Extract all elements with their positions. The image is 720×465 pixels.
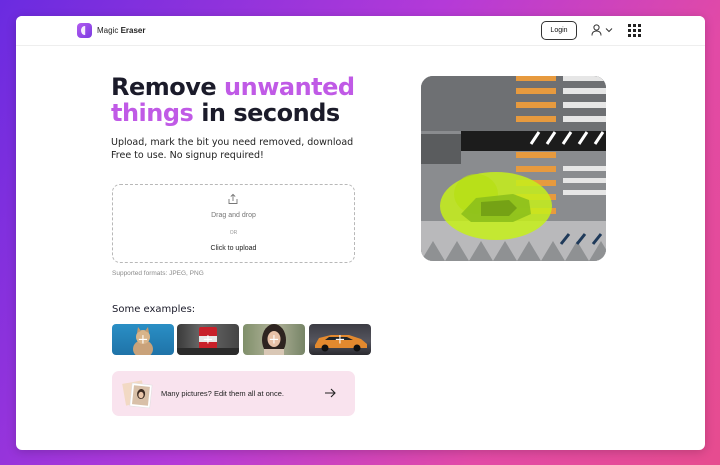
title-text-1: Remove — [111, 73, 217, 101]
batch-edit-banner[interactable]: Many pictures? Edit them all at once. — [112, 371, 355, 416]
apps-grid-icon[interactable] — [628, 24, 641, 37]
upload-icon — [228, 193, 238, 204]
upload-dropzone[interactable]: Drag and drop OR Click to upload — [112, 184, 355, 263]
app-window: Magic Eraser Login Remove unwanted thing… — [16, 16, 705, 450]
hero-title: Remove unwanted things in seconds — [111, 74, 355, 126]
login-button[interactable]: Login — [541, 21, 577, 40]
user-menu[interactable] — [591, 24, 613, 36]
photo-stack-icon — [122, 380, 153, 409]
add-plus-icon: + — [334, 332, 346, 347]
add-plus-icon: + — [137, 332, 149, 347]
drag-drop-label: Drag and drop — [211, 212, 256, 219]
batch-edit-text: Many pictures? Edit them all at once. — [161, 389, 284, 398]
or-label: OR — [229, 230, 238, 236]
title-accent-things: things — [111, 99, 194, 127]
example-car-thumbnail[interactable]: + — [309, 324, 371, 355]
crosswalk-car-image — [421, 76, 606, 261]
brand-name-light: Magic — [97, 26, 119, 35]
arrow-right-icon[interactable] — [324, 387, 336, 399]
chevron-down-icon — [605, 28, 613, 33]
add-plus-icon: + — [202, 332, 214, 347]
hero-subtitle: Upload, mark the bit you need removed, d… — [111, 136, 353, 162]
title-accent-unwanted: unwanted — [224, 73, 355, 101]
user-icon — [591, 24, 602, 36]
click-to-upload-link[interactable]: Click to upload — [113, 245, 354, 252]
logo-mark-icon — [77, 23, 92, 38]
example-can-thumbnail[interactable]: + — [177, 324, 239, 355]
subtitle-line-1: Upload, mark the bit you need removed, d… — [111, 137, 354, 148]
top-navbar: Magic Eraser Login — [16, 16, 705, 46]
hero-demo-image — [421, 76, 606, 261]
examples-heading: Some examples: — [112, 304, 196, 315]
brand-logo[interactable]: Magic Eraser — [77, 23, 146, 38]
subtitle-line-2: Free to use. No signup required! — [111, 150, 264, 161]
supported-formats-text: Supported formats: JPEG, PNG — [112, 270, 204, 277]
add-plus-icon: + — [268, 332, 280, 347]
title-text-2: in seconds — [201, 99, 340, 127]
example-cat-thumbnail[interactable]: + — [112, 324, 174, 355]
example-woman-thumbnail[interactable]: + — [243, 324, 305, 355]
brand-name-bold: Eraser — [120, 26, 146, 35]
